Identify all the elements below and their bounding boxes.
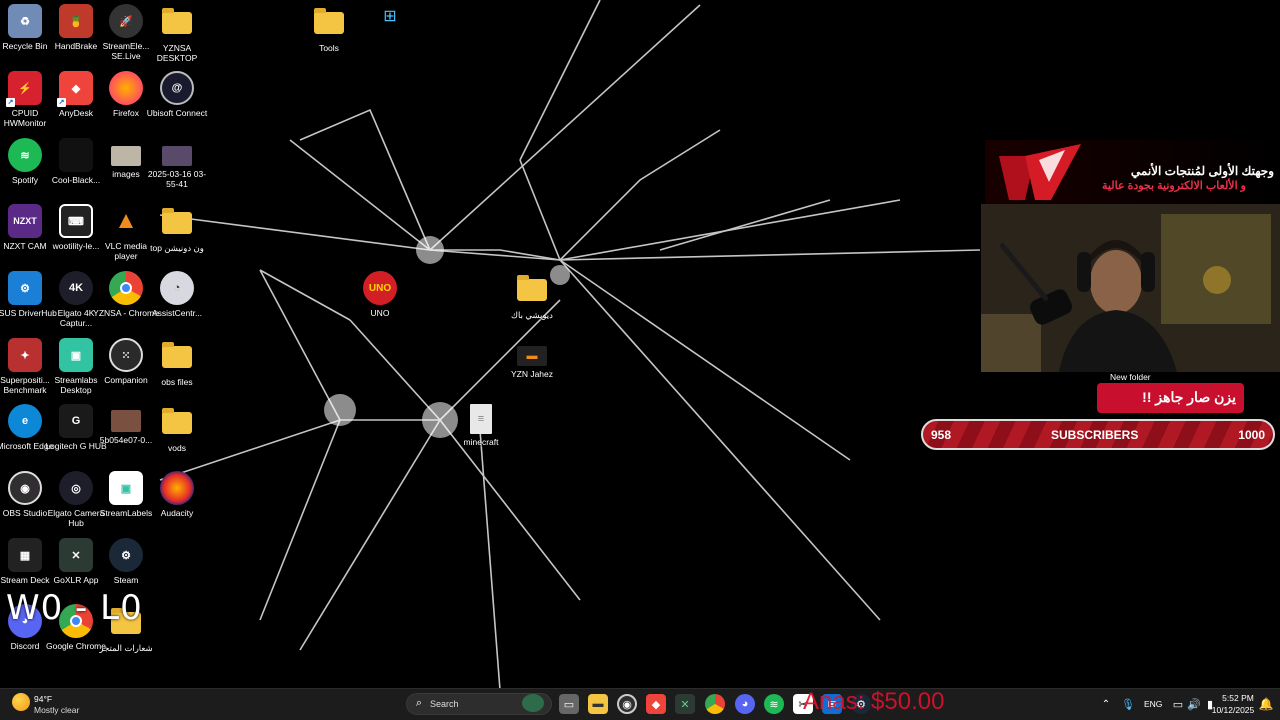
new-folder-label: New folder xyxy=(1110,372,1151,382)
widgets-icon[interactable] xyxy=(522,694,544,712)
image-file-icon xyxy=(59,138,93,172)
folder-icon xyxy=(314,8,344,34)
notification-icon[interactable]: 🔔 xyxy=(1256,694,1276,714)
streamlabs-icon: ▣ xyxy=(59,338,93,372)
wootility-icon: ⌨ xyxy=(59,204,93,238)
microphone-icon[interactable]: 🎙 xyxy=(1118,694,1138,714)
goxlr-icon: ✕ xyxy=(59,538,93,572)
discord-icon[interactable]: ◕ xyxy=(735,694,755,714)
anydesk-icon[interactable]: ◆ xyxy=(646,694,666,714)
language-indicator[interactable]: ENG xyxy=(1144,699,1162,709)
companion-icon: ⁙ xyxy=(109,338,143,372)
desktop-icon-yznsa-desktop[interactable]: YZNSA DESKTOP xyxy=(144,4,210,68)
search-icon: ⌕ xyxy=(415,696,423,709)
folder-icon xyxy=(162,408,192,434)
folder-icon xyxy=(162,208,192,234)
subscriber-label: SUBSCRIBERS xyxy=(1050,427,1139,442)
task-view-icon[interactable]: ▭ xyxy=(559,694,579,714)
hwmonitor-icon: ⚡ ↗ xyxy=(6,71,42,107)
webcam-image xyxy=(981,204,1280,372)
desktop-icon-uno[interactable]: UNO UNO xyxy=(347,271,413,335)
audacity-icon xyxy=(160,471,194,505)
desktop-icon-assistcenter[interactable]: ◔ AssistCentr... xyxy=(144,271,210,335)
camera-hub-icon: ◎ xyxy=(59,471,93,505)
banner-tagline-2: و الألعاب الالكترونية بجودة عالية xyxy=(1102,180,1246,192)
chevron-up-icon[interactable]: ⌃ xyxy=(1096,694,1116,714)
video-thumb-icon xyxy=(162,146,192,166)
folder-icon xyxy=(162,8,192,34)
text-file-icon: ≡ xyxy=(470,404,492,434)
nzxt-icon: NZXT xyxy=(8,204,42,238)
subscriber-count: 958 xyxy=(931,427,952,442)
chrome-icon[interactable] xyxy=(705,694,725,714)
search-placeholder: Search xyxy=(430,699,459,709)
image-thumb-icon xyxy=(111,410,141,432)
folder-icon xyxy=(517,275,547,301)
desktop-icon-yzn-jahez[interactable]: ▬ YZN Jahez xyxy=(499,338,565,402)
file-explorer-icon[interactable]: ▬ xyxy=(588,694,608,714)
image-thumb-icon xyxy=(111,146,141,166)
banner-tagline-1: وجهتك الأولى لمُنتجات الأنمي xyxy=(1130,164,1274,178)
firefox-icon xyxy=(109,71,143,105)
shortcut-arrow-icon: ↗ xyxy=(57,98,66,107)
goxlr-icon[interactable]: ✕ xyxy=(675,694,695,714)
recycle-bin-icon: ♻ xyxy=(8,4,42,38)
yz-logo-icon xyxy=(999,144,1081,200)
asus-icon: ⚙ xyxy=(8,271,42,305)
ready-alert-banner: يزن صار جاهز !! xyxy=(1097,383,1244,413)
webcam-feed xyxy=(981,204,1280,372)
desktop-icon-donation-pack[interactable]: ديوبشي باك xyxy=(499,271,565,335)
shortcut-arrow-icon: ↗ xyxy=(6,98,15,107)
weather-temperature[interactable]: 94°F xyxy=(34,694,52,704)
desktop-icon-video-2025[interactable]: 2025-03-16 03-55-41 xyxy=(144,138,210,202)
edge-icon: e xyxy=(8,404,42,438)
desktop-icon-obs-files[interactable]: obs files xyxy=(144,338,210,402)
desktop-icon-top-donation[interactable]: top ون دونيشن xyxy=(144,204,210,268)
subscriber-goal: 1000 xyxy=(1238,427,1265,442)
weather-condition[interactable]: Mostly clear xyxy=(34,705,79,715)
streamdeck-icon: ▦ xyxy=(8,538,42,572)
desktop-icon-tools[interactable]: Tools xyxy=(296,4,362,68)
desktop-icon-audacity[interactable]: Audacity xyxy=(144,471,210,535)
superposition-icon: ✦ xyxy=(8,338,42,372)
desktop-icon-minecraft[interactable]: ≡ minecraft xyxy=(448,404,514,468)
chrome-icon xyxy=(109,271,143,305)
ubisoft-icon: @ xyxy=(160,71,194,105)
streamlabels-icon: ▣ xyxy=(109,471,143,505)
donation-alert: Anas: $50.00 xyxy=(803,688,945,715)
handbrake-icon: 🍍 xyxy=(59,4,93,38)
vlc-icon: ▲ xyxy=(114,207,138,234)
steam-icon: ⚙ xyxy=(109,538,143,572)
win-loss-score: W0 - L0 xyxy=(6,588,143,628)
subscriber-goal-bar: 958 SUBSCRIBERS 1000 xyxy=(921,419,1275,450)
obs-icon: ◉ xyxy=(8,471,42,505)
assistcenter-icon: ◔ xyxy=(160,271,194,305)
folder-icon xyxy=(162,342,192,368)
video-file-icon: ▬ xyxy=(517,346,547,366)
uno-icon: UNO xyxy=(363,271,397,305)
clock-date[interactable]: 10/12/2025 xyxy=(1211,705,1255,715)
clock-time[interactable]: 5:52 PM xyxy=(1219,693,1257,703)
obs-icon[interactable]: ◉ xyxy=(617,694,637,714)
desktop-icon-ubisoft-connect[interactable]: @ Ubisoft Connect xyxy=(144,71,210,135)
start-icon[interactable]: ⊞ xyxy=(380,6,400,26)
weather-sun-icon[interactable] xyxy=(12,693,30,711)
spotify-icon: ≋ xyxy=(8,138,42,172)
taskbar xyxy=(0,688,1280,720)
anydesk-icon: ◆ ↗ xyxy=(57,71,93,107)
spotify-icon[interactable]: ≋ xyxy=(764,694,784,714)
streamelements-icon: 🚀 xyxy=(109,4,143,38)
desktop-icon-vods[interactable]: vods xyxy=(144,404,210,468)
logitech-icon: G xyxy=(59,404,93,438)
elgato-4k-icon: 4K xyxy=(59,271,93,305)
